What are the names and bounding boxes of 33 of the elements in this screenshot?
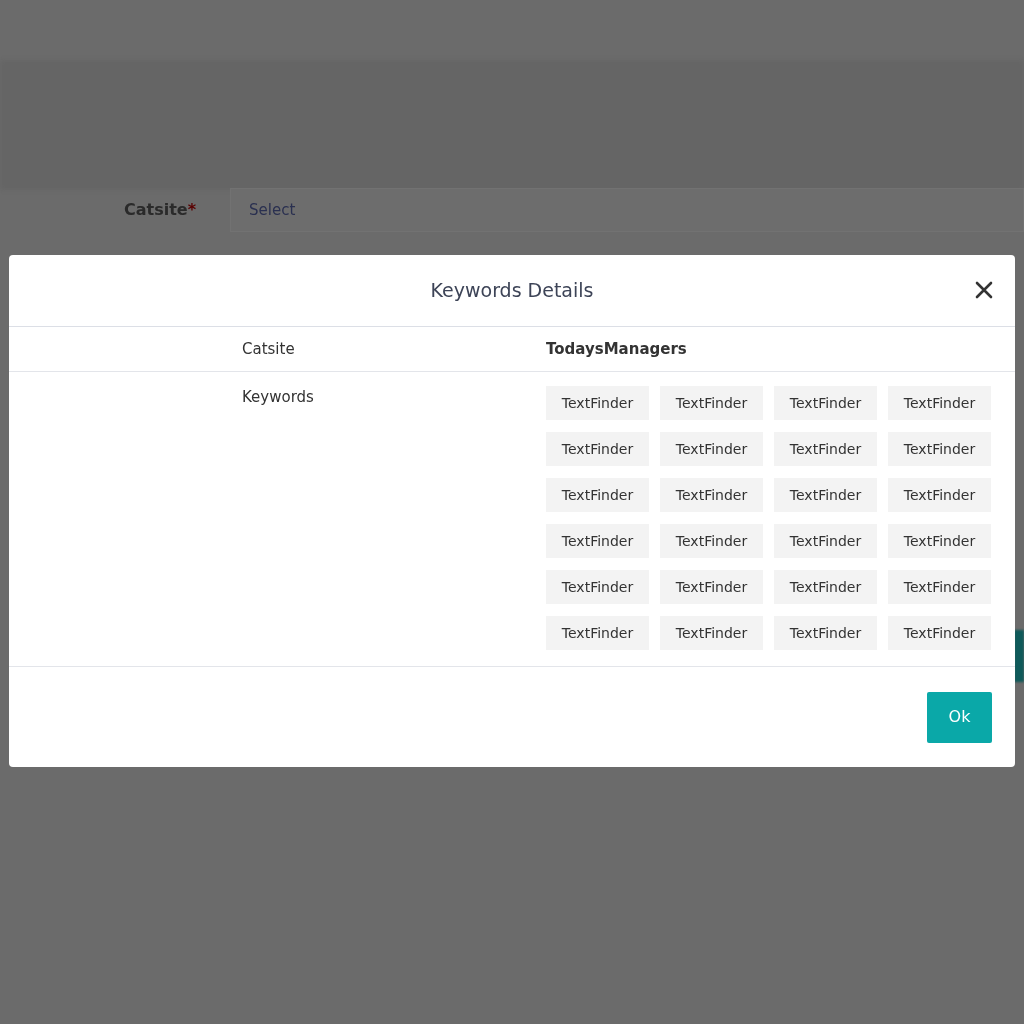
keyword-tag: TextFinder	[660, 616, 763, 650]
keyword-tag: TextFinder	[774, 524, 877, 558]
button-background	[1014, 630, 1024, 682]
keyword-tag: TextFinder	[888, 616, 991, 650]
select-field[interactable]: Select	[230, 188, 1024, 232]
keyword-tag: TextFinder	[660, 432, 763, 466]
keyword-tag: TextFinder	[660, 478, 763, 512]
row-label: Catsite	[242, 340, 295, 358]
keyword-tag: TextFinder	[888, 524, 991, 558]
field-label: Catsite*	[124, 200, 197, 220]
keyword-tag: TextFinder	[660, 570, 763, 604]
keyword-tag: TextFinder	[546, 478, 649, 512]
keyword-tag: TextFinder	[660, 386, 763, 420]
keyword-tag: TextFinder	[774, 478, 877, 512]
keyword-tag: TextFinder	[774, 570, 877, 604]
keyword-tag: TextFinder	[546, 570, 649, 604]
row-value: TodaysManagers	[546, 338, 687, 360]
dialog-title: Keywords Details	[430, 278, 594, 304]
keyword-tag: TextFinder	[774, 386, 877, 420]
keyword-tag: TextFinder	[888, 570, 991, 604]
keyword-tag: TextFinder	[774, 616, 877, 650]
row-label: Keywords	[242, 387, 315, 408]
keyword-tag: TextFinder	[546, 524, 649, 558]
keyword-tag: TextFinder	[546, 616, 649, 650]
keyword-tag: TextFinder	[888, 478, 991, 512]
keyword-tag: TextFinder	[546, 386, 649, 420]
keyword-tag: TextFinder	[888, 386, 991, 420]
ok-button[interactable]: Ok	[927, 691, 992, 743]
keyword-tag: TextFinder	[774, 432, 877, 466]
keyword-tag: TextFinder	[660, 524, 763, 558]
close-icon[interactable]	[973, 279, 995, 301]
keyword-tag: TextFinder	[546, 432, 649, 466]
keyword-tag: TextFinder	[888, 432, 991, 466]
